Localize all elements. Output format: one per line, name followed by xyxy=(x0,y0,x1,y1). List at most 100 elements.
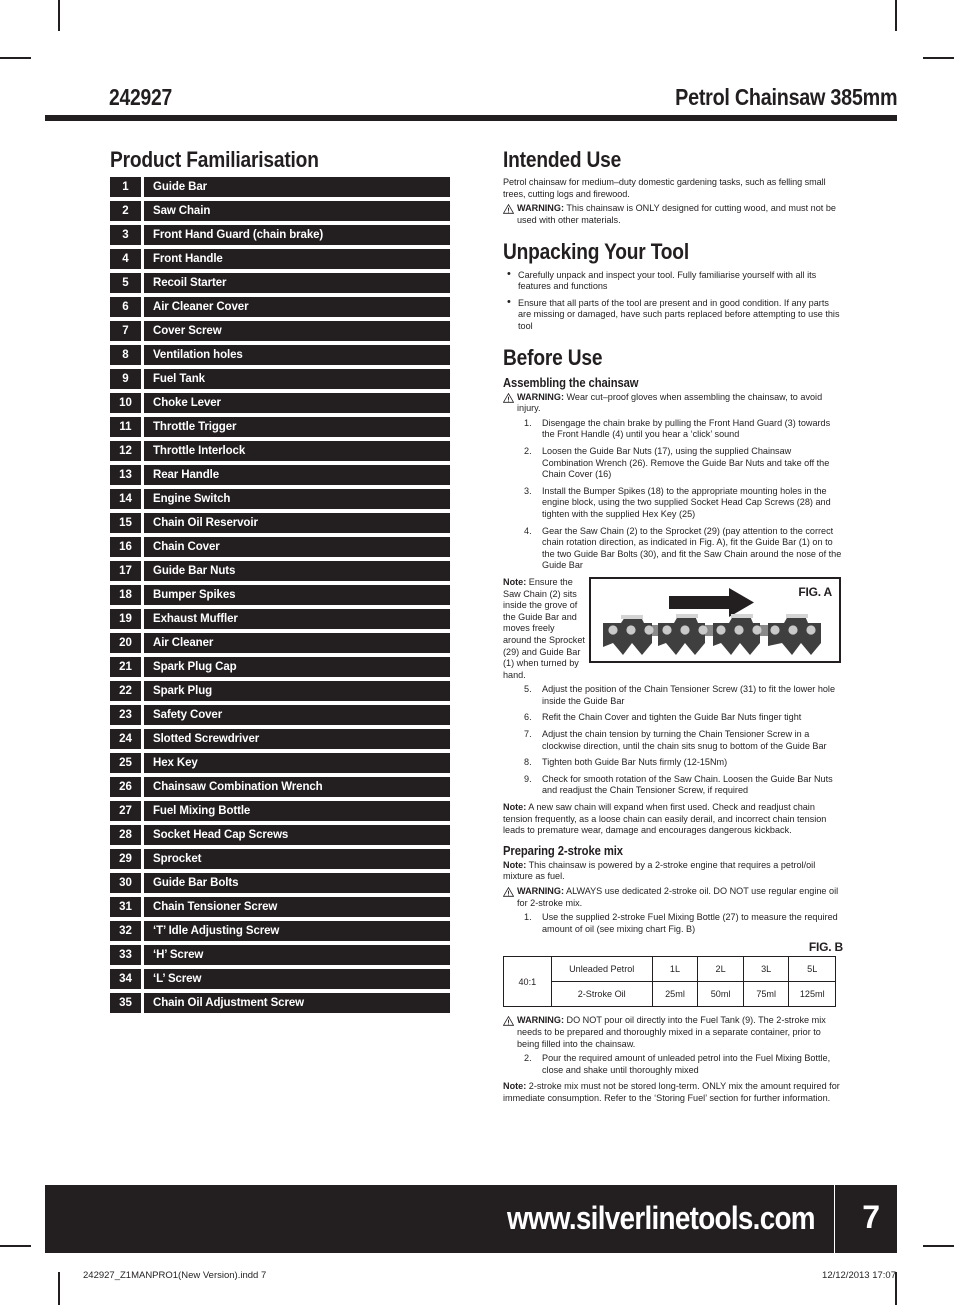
part-number: 31 xyxy=(110,897,141,918)
bullet-item: Carefully unpack and inspect your tool. … xyxy=(503,269,843,293)
part-row: 27 Fuel Mixing Bottle xyxy=(110,801,450,822)
part-label: Throttle Interlock xyxy=(144,441,450,462)
part-label: Fuel Tank xyxy=(144,369,450,390)
table-cell: 5L xyxy=(788,956,836,983)
crop-mark-top-left-vertical xyxy=(58,0,60,31)
part-row: 25 Hex Key xyxy=(110,753,450,774)
figure-a-note: Note: Ensure the Saw Chain (2) sits insi… xyxy=(503,577,589,681)
part-number: 7 xyxy=(110,321,141,342)
step-item: Refit the Chain Cover and tighten the Gu… xyxy=(524,712,802,723)
warning-label: WARNING: xyxy=(517,203,564,214)
crop-mark-top-right-vertical xyxy=(895,0,897,31)
part-number: 30 xyxy=(110,873,141,894)
part-row: 2 Saw Chain xyxy=(110,201,450,222)
figure-a-label: FIG. A xyxy=(798,584,832,599)
table-row: 2-Stroke Oil 25ml 50ml 75ml 125ml xyxy=(504,981,836,1008)
part-row: 28 Socket Head Cap Screws xyxy=(110,825,450,846)
page-title: Petrol Chainsaw 385mm xyxy=(674,84,897,110)
note-text: 2-stroke mix must not be stored long-ter… xyxy=(503,1081,840,1103)
part-label: ‘T’ Idle Adjusting Screw xyxy=(144,921,450,942)
manual-page: 242927 Petrol Chainsaw 385mm Product Fam… xyxy=(0,0,954,1305)
part-row: 30 Guide Bar Bolts xyxy=(110,873,450,894)
part-number: 2 xyxy=(110,201,141,222)
imprint-filename: 242927_Z1MANPRO1(New Version).indd 7 xyxy=(83,1270,267,1281)
part-row: 29 Sprocket xyxy=(110,849,450,870)
step-item: Adjust the chain tension by turning the … xyxy=(524,729,827,751)
part-row: 3 Front Hand Guard (chain brake) xyxy=(110,225,450,246)
step-item: Pour the required amount of unleaded pet… xyxy=(524,1053,831,1075)
note-text: This chainsaw is powered by a 2-stroke e… xyxy=(503,859,816,882)
table-cell: 75ml xyxy=(742,981,790,1008)
part-label: Spark Plug xyxy=(144,681,450,702)
figure-a-image: FIG. A xyxy=(589,576,841,663)
part-label: Throttle Trigger xyxy=(144,417,450,438)
step-item: Adjust the position of the Chain Tension… xyxy=(524,684,836,706)
bullet-item: Ensure that all parts of the tool are pr… xyxy=(503,297,843,333)
warning-label: WARNING: xyxy=(517,1015,564,1026)
website-url[interactable]: www.silverlinetools.com xyxy=(507,1200,816,1237)
part-number: 9 xyxy=(110,369,141,390)
mix-ratio-cell: 40:1 xyxy=(503,956,552,1008)
part-label: Hex Key xyxy=(144,753,450,774)
table-row-label: 2-Stroke Oil xyxy=(550,981,653,1008)
part-label: Guide Bar Nuts xyxy=(144,561,450,582)
assembling-warning: WARNING: Wear cut–proof gloves when asse… xyxy=(502,392,843,415)
imprint-timestamp: 12/12/2013 17:07 xyxy=(822,1270,896,1281)
part-number: 22 xyxy=(110,681,141,702)
two-stroke-warning-2: WARNING: DO NOT pour oil directly into t… xyxy=(502,1015,843,1050)
part-label: Air Cleaner Cover xyxy=(144,297,450,318)
page-header: 242927 Petrol Chainsaw 385mm xyxy=(45,84,897,116)
table-cell: 3L xyxy=(742,956,790,983)
part-label: Spark Plug Cap xyxy=(144,657,450,678)
warning-triangle-icon xyxy=(502,392,515,403)
warning-text: ALWAYS use dedicated 2-stroke oil. DO NO… xyxy=(517,886,839,908)
part-row: 10 Choke Lever xyxy=(110,393,450,414)
part-number: 19 xyxy=(110,609,141,630)
table-cell: 1L xyxy=(651,956,699,983)
warning-triangle-icon xyxy=(502,1016,515,1027)
two-stroke-step-1: Use the supplied 2-stroke Fuel Mixing Bo… xyxy=(503,912,843,935)
step-item: Disengage the chain brake by pulling the… xyxy=(524,417,831,440)
step-item: Gear the Saw Chain (2) to the Sprocket (… xyxy=(524,525,842,571)
part-label: Rear Handle xyxy=(144,465,450,486)
part-row: 6 Air Cleaner Cover xyxy=(110,297,450,318)
part-label: Chain Tensioner Screw xyxy=(144,897,450,918)
model-number: 242927 xyxy=(109,84,172,110)
crop-mark-top-right-horizontal xyxy=(923,57,954,59)
part-number: 27 xyxy=(110,801,141,822)
part-number: 15 xyxy=(110,513,141,534)
step-item: Loosen the Guide Bar Nuts (17), using th… xyxy=(524,446,830,480)
part-number: 23 xyxy=(110,705,141,726)
part-number: 29 xyxy=(110,849,141,870)
part-label: Choke Lever xyxy=(144,393,450,414)
chain-links xyxy=(603,613,821,655)
part-row: 34 ‘L’ Screw xyxy=(110,969,450,990)
assembly-steps-5-9: Adjust the position of the Chain Tension… xyxy=(503,684,843,797)
part-label: Front Hand Guard (chain brake) xyxy=(144,225,450,246)
two-stroke-note-2: Note: 2-stroke mix must not be stored lo… xyxy=(503,1081,843,1104)
part-row: 26 Chainsaw Combination Wrench xyxy=(110,777,450,798)
part-number: 13 xyxy=(110,465,141,486)
part-row: 1 Guide Bar xyxy=(110,177,450,198)
part-number: 35 xyxy=(110,993,141,1014)
part-label: Sprocket xyxy=(144,849,450,870)
part-number: 1 xyxy=(110,177,141,198)
crop-mark-bottom-left-horizontal xyxy=(0,1245,31,1247)
part-label: Chain Oil Adjustment Screw xyxy=(144,993,450,1014)
footer-band: www.silverlinetools.com 7 xyxy=(45,1185,897,1253)
intended-use-warning: WARNING: This chainsaw is ONLY designed … xyxy=(502,203,843,226)
note-label: Note: xyxy=(503,859,527,870)
crop-mark-top-left-horizontal xyxy=(0,57,31,59)
header-rule xyxy=(45,115,897,121)
part-label: Recoil Starter xyxy=(144,273,450,294)
part-row: 17 Guide Bar Nuts xyxy=(110,561,450,582)
part-number: 20 xyxy=(110,633,141,654)
part-row: 31 Chain Tensioner Screw xyxy=(110,897,450,918)
parts-list: 1 Guide Bar 2 Saw Chain 3 Front Hand Guard (c… xyxy=(110,177,450,1014)
part-label: Chainsaw Combination Wrench xyxy=(144,777,450,798)
part-label: Engine Switch xyxy=(144,489,450,510)
part-label: Slotted Screwdriver xyxy=(144,729,450,750)
part-number: 24 xyxy=(110,729,141,750)
part-number: 21 xyxy=(110,657,141,678)
part-number: 6 xyxy=(110,297,141,318)
